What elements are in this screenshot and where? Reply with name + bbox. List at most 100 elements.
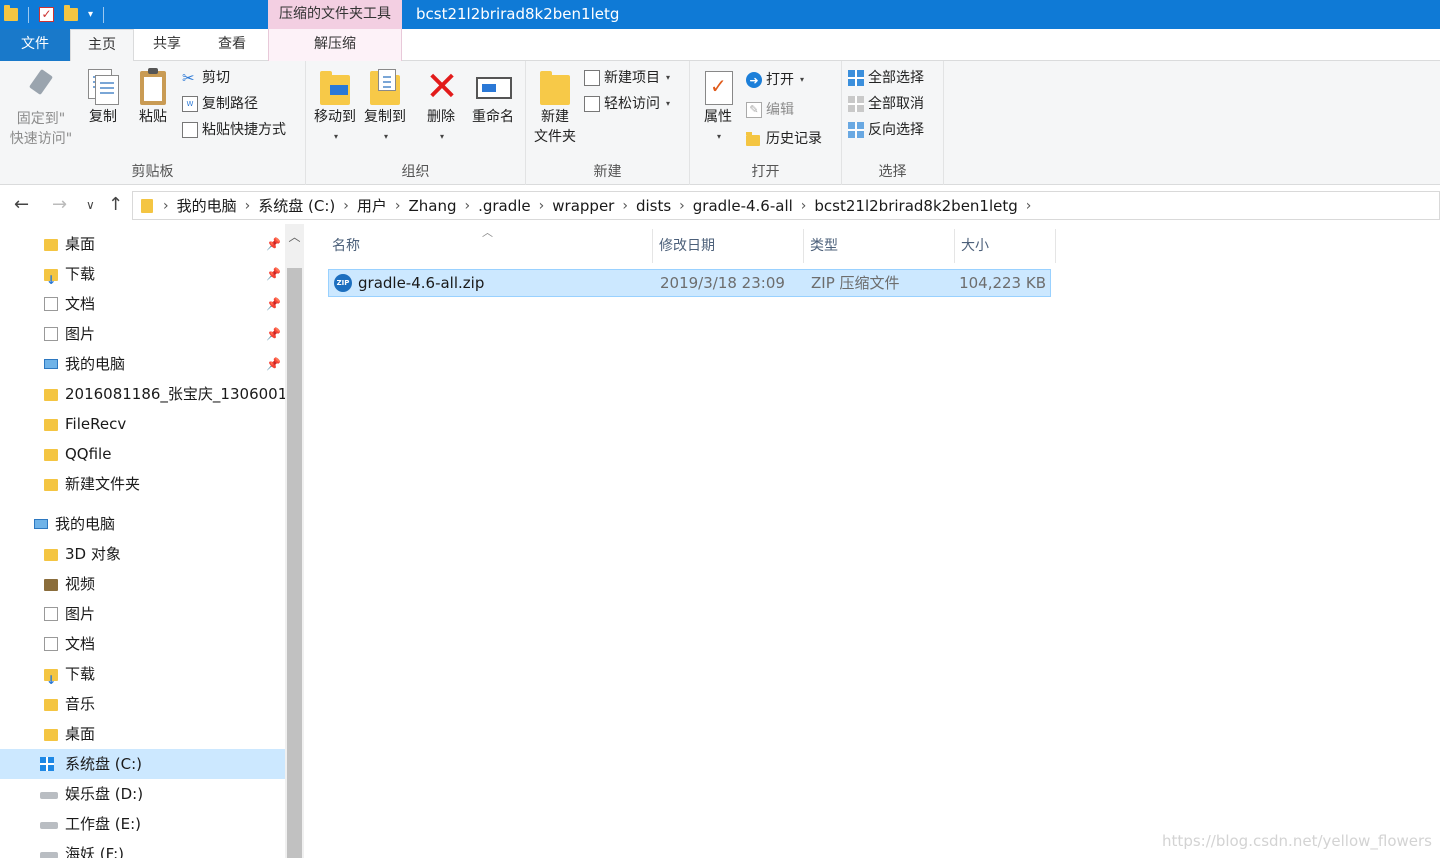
drive-icon (40, 792, 58, 799)
new-folder-button[interactable]: 新建 文件夹 (528, 65, 582, 147)
nav-item-filerecv[interactable]: FileRecv (0, 409, 285, 439)
nav-item-music[interactable]: 音乐 (0, 689, 285, 719)
nav-item-pictures[interactable]: 图片 📌 (0, 319, 285, 349)
nav-item-this-pc[interactable]: 我的电脑 (0, 509, 285, 539)
back-arrow-icon[interactable]: ← (14, 193, 29, 217)
copy-path-button[interactable]: W 复制路径 (182, 92, 258, 116)
copy-button[interactable]: 复制 (80, 65, 126, 127)
properties-check-icon[interactable]: ✓ (39, 7, 54, 22)
breadcrumb-item[interactable]: 用户 (357, 195, 387, 216)
nav-item-desktop[interactable]: 桌面 (0, 719, 285, 749)
chevron-down-icon: ▾ (439, 132, 444, 141)
nav-item-folder[interactable]: 2016081186_张宝庆_13060019 (0, 379, 285, 409)
chevron-down-icon[interactable]: ▾ (88, 9, 93, 20)
rename-button[interactable]: 重命名 (466, 65, 520, 127)
chevron-right-icon[interactable]: › (622, 198, 628, 214)
select-all-button[interactable]: 全部选择 (848, 66, 924, 90)
nav-item-new-folder[interactable]: 新建文件夹 (0, 469, 285, 499)
nav-item-desktop[interactable]: 桌面 📌 (0, 229, 285, 259)
paste-button[interactable]: 粘贴 (130, 65, 176, 127)
column-header-type[interactable]: 类型 (804, 229, 955, 263)
breadcrumb-item[interactable]: 系统盘 (C:) (258, 195, 335, 216)
nav-item-videos[interactable]: 视频 (0, 569, 285, 599)
breadcrumb-item[interactable]: 我的电脑 (177, 195, 237, 216)
nav-item-pictures[interactable]: 图片 (0, 599, 285, 629)
chevron-right-icon[interactable]: › (163, 198, 169, 214)
nav-item-3d-objects[interactable]: 3D 对象 (0, 539, 285, 569)
easy-access-button[interactable]: 轻松访问 ▾ (584, 92, 670, 116)
nav-item-drive-c[interactable]: 系统盘 (C:) (0, 749, 285, 779)
tab-share[interactable]: 共享 (134, 29, 200, 61)
column-header-name[interactable]: 名称 (326, 229, 653, 263)
pin-icon[interactable]: 📌 (266, 229, 281, 259)
breadcrumb-item[interactable]: bcst21l2brirad8k2ben1letg (814, 197, 1017, 215)
history-button[interactable]: 历史记录 (746, 127, 822, 151)
nav-item-label: 我的电脑 (55, 515, 116, 533)
column-header-modified[interactable]: 修改日期 (653, 229, 804, 263)
nav-item-documents[interactable]: 文档 📌 (0, 289, 285, 319)
nav-item-label: 桌面 (65, 725, 96, 743)
open-button[interactable]: ➜ 打开 ▾ (746, 68, 804, 92)
pin-to-quick-access-button[interactable]: 固定到" 快速访问" (4, 65, 78, 149)
up-arrow-icon[interactable]: ↑ (108, 193, 123, 217)
nav-item-qqfile[interactable]: QQfile (0, 439, 285, 469)
select-all-icon (848, 70, 864, 86)
new-folder-icon[interactable] (64, 5, 78, 21)
divider (28, 6, 29, 23)
new-item-label: 新建项目 (604, 70, 660, 86)
nav-item-downloads[interactable]: 下载 (0, 659, 285, 689)
tab-home[interactable]: 主页 (70, 29, 134, 62)
breadcrumb-item[interactable]: Zhang (408, 197, 456, 215)
nav-item-drive-d[interactable]: 娱乐盘 (D:) (0, 779, 285, 809)
nav-item-documents[interactable]: 文档 (0, 629, 285, 659)
nav-item-drive-e[interactable]: 工作盘 (E:) (0, 809, 285, 839)
pin-icon[interactable]: 📌 (266, 319, 281, 349)
pin-icon[interactable]: 📌 (266, 349, 281, 379)
chevron-right-icon[interactable]: › (395, 198, 401, 214)
chevron-right-icon[interactable]: › (343, 198, 349, 214)
edit-button[interactable]: ✎ 编辑 (746, 98, 794, 122)
breadcrumb-item[interactable]: gradle-4.6-all (693, 197, 793, 215)
move-to-button[interactable]: 移动到 ▾ (310, 65, 360, 147)
tab-extract[interactable]: 解压缩 (268, 29, 402, 61)
invert-selection-button[interactable]: 反向选择 (848, 118, 924, 142)
breadcrumb-item[interactable]: dists (636, 197, 671, 215)
properties-button[interactable]: 属性 ▾ (696, 65, 740, 147)
compressed-folder-tools-tab: 压缩的文件夹工具 (268, 0, 402, 29)
folder-icon (44, 239, 58, 251)
recent-locations-chevron-icon[interactable]: ∨ (86, 193, 95, 217)
tab-file[interactable]: 文件 (0, 29, 70, 61)
chevron-right-icon[interactable]: › (679, 198, 685, 214)
chevron-right-icon[interactable]: › (464, 198, 470, 214)
video-icon (44, 579, 58, 591)
cut-button[interactable]: ✂ 剪切 (182, 66, 230, 90)
file-list: ︿ 名称 修改日期 类型 大小 ZIP gradle-4.6-all.zip 2… (304, 224, 1440, 858)
nav-item-my-computer[interactable]: 我的电脑 📌 (0, 349, 285, 379)
address-bar[interactable]: › 我的电脑 › 系统盘 (C:) › 用户 › Zhang › .gradle… (132, 191, 1440, 220)
nav-scrollbar[interactable]: ︿ (285, 224, 304, 858)
nav-item-downloads[interactable]: 下载 📌 (0, 259, 285, 289)
scrollbar-thumb[interactable] (287, 268, 302, 858)
column-header-size[interactable]: 大小 (955, 229, 1056, 263)
chevron-right-icon[interactable]: › (801, 198, 807, 214)
nav-item-drive-f[interactable]: 海妖 (F:) (0, 839, 285, 858)
copy-to-button[interactable]: 复制到 ▾ (360, 65, 410, 147)
tab-view[interactable]: 查看 (200, 29, 264, 61)
folder-icon (44, 479, 58, 491)
chevron-right-icon[interactable]: › (1026, 198, 1032, 214)
file-modified: 2019/3/18 23:09 (660, 274, 785, 292)
chevron-right-icon[interactable]: › (539, 198, 545, 214)
table-row[interactable]: ZIP gradle-4.6-all.zip 2019/3/18 23:09 Z… (328, 269, 1051, 297)
new-item-button[interactable]: 新建项目 ▾ (584, 66, 670, 90)
chevron-right-icon[interactable]: › (245, 198, 251, 214)
forward-arrow-icon[interactable]: → (52, 193, 67, 217)
paste-shortcut-button[interactable]: 粘贴快捷方式 (182, 118, 286, 142)
breadcrumb-item[interactable]: .gradle (478, 197, 531, 215)
delete-button[interactable]: ✕ 删除 ▾ (418, 65, 464, 147)
select-none-button[interactable]: 全部取消 (848, 92, 924, 116)
breadcrumb-item[interactable]: wrapper (552, 197, 614, 215)
pin-icon[interactable]: 📌 (266, 259, 281, 289)
scroll-up-arrow-icon[interactable]: ︿ (285, 228, 304, 248)
pin-icon[interactable]: 📌 (266, 289, 281, 319)
copy-path-label: 复制路径 (202, 96, 258, 112)
